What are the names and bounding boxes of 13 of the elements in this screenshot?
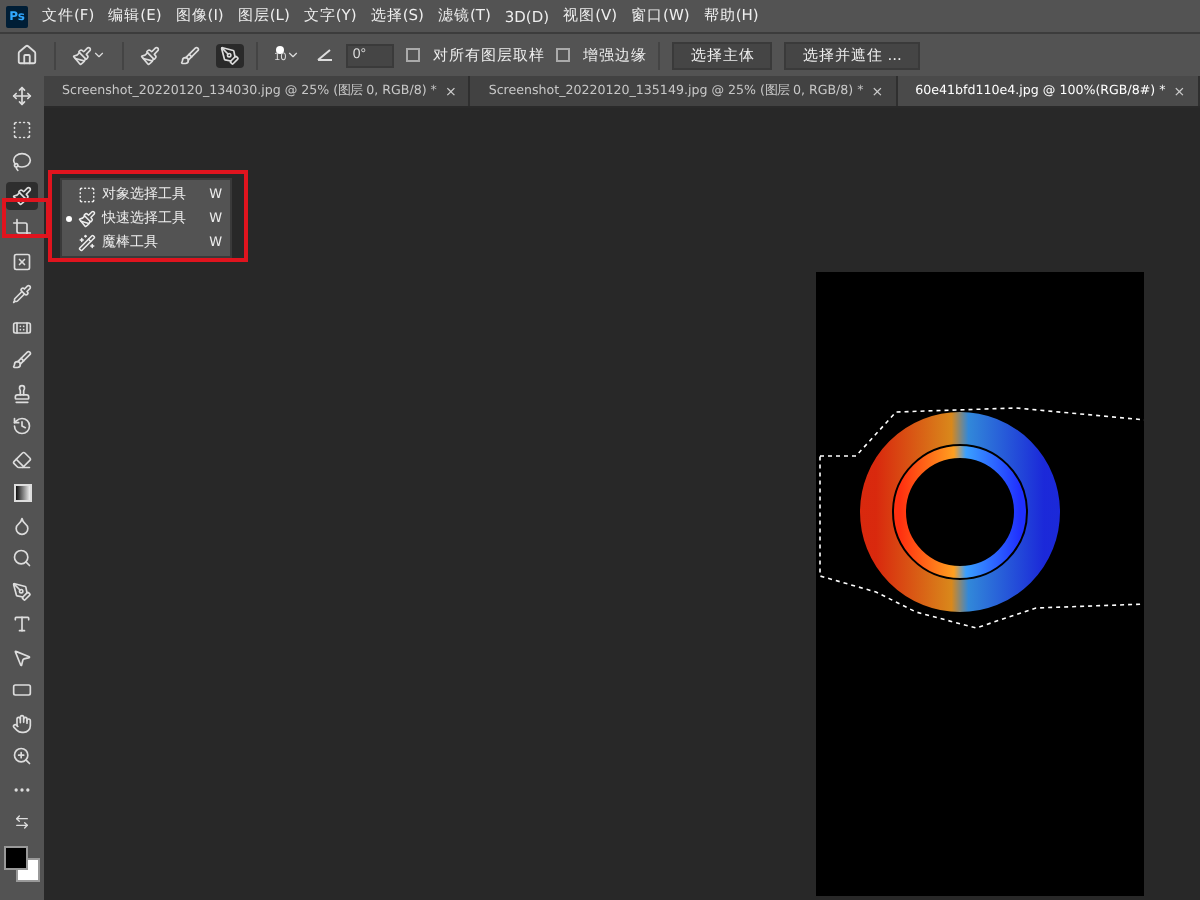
angle-icon [316, 48, 335, 62]
object-tool-icon [78, 185, 96, 203]
caret-icon [286, 48, 301, 62]
selection-mode-button[interactable] [136, 43, 164, 67]
selection-mode-button[interactable] [216, 43, 244, 67]
caret-icon [92, 48, 106, 62]
quick-tool-icon [78, 209, 96, 227]
selection-mode-button[interactable] [176, 43, 204, 67]
checkbox[interactable] [406, 48, 421, 62]
checkbox[interactable] [556, 48, 571, 62]
home-button[interactable] [12, 42, 42, 68]
wand-tool-icon [78, 233, 96, 251]
color-swatches-icon[interactable] [4, 845, 40, 881]
